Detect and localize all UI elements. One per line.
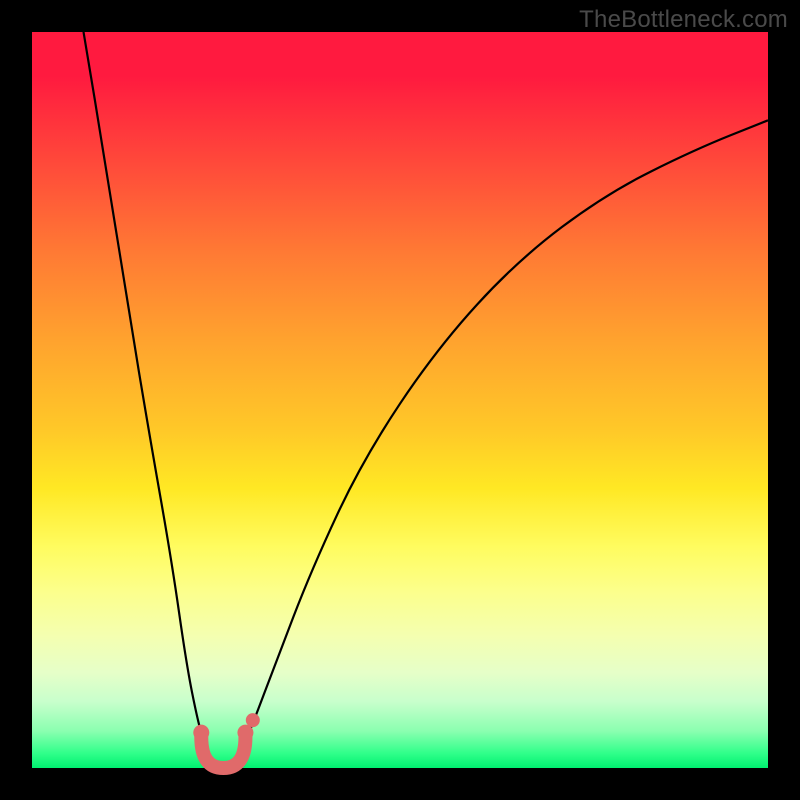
curves-svg bbox=[32, 32, 768, 768]
u-marker-end-dot bbox=[193, 725, 209, 741]
u-marker-arc bbox=[201, 737, 245, 768]
offset-marker-dot bbox=[246, 713, 260, 727]
u-marker-end-dot bbox=[237, 725, 253, 741]
u-shaped-marker bbox=[193, 713, 260, 768]
left-curve bbox=[84, 32, 213, 764]
chart-frame: TheBottleneck.com bbox=[0, 0, 800, 800]
watermark-text: TheBottleneck.com bbox=[579, 6, 788, 34]
right-curve bbox=[234, 120, 768, 764]
plot-area bbox=[32, 32, 768, 768]
